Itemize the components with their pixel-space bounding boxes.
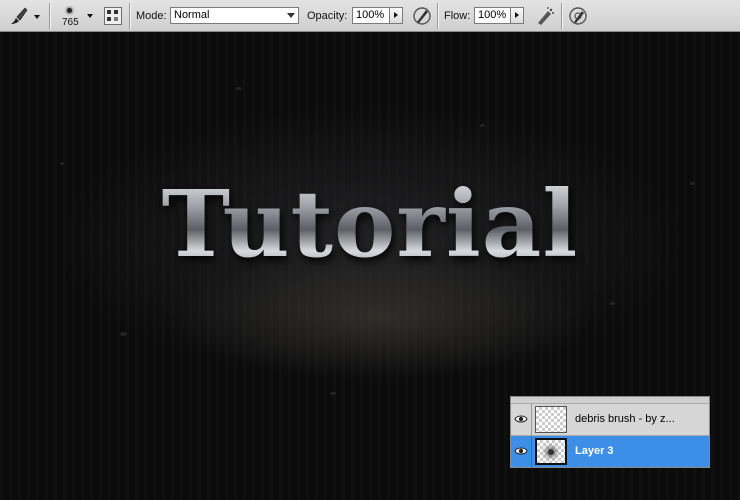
airbrush-icon <box>538 7 554 25</box>
pen-pressure-size-icon <box>569 7 587 25</box>
debris-speck <box>60 162 64 165</box>
pressure-opacity-button[interactable] <box>411 5 433 27</box>
divider <box>129 3 130 29</box>
tool-options-bar: 765 Mode: Normal Opacity: 100% Flow: 100… <box>0 0 740 32</box>
tutorial-headline: Tutorial <box>0 170 740 278</box>
layer-thumbnail <box>535 406 567 433</box>
flow-slider-button[interactable] <box>510 7 524 24</box>
chevron-down-icon <box>87 14 93 18</box>
brush-panel-icon <box>107 10 118 21</box>
layer-name: debris brush - by z... <box>575 413 675 425</box>
debris-speck <box>610 302 615 305</box>
pressure-size-button[interactable] <box>567 5 589 27</box>
debris-speck <box>480 124 485 127</box>
opacity-value: 100% <box>356 9 385 21</box>
divider <box>531 404 532 435</box>
pen-pressure-icon <box>413 7 431 25</box>
opacity-label: Opacity: <box>307 10 348 22</box>
layers-panel: debris brush - by z... Layer 3 <box>510 396 710 468</box>
debris-speck <box>236 87 242 90</box>
eye-icon[interactable] <box>514 444 528 458</box>
debris-speck <box>330 392 336 395</box>
layer-row-debris-brush[interactable]: debris brush - by z... <box>511 403 709 435</box>
brush-mark-preview <box>548 449 554 455</box>
brush-size-label: 765 <box>62 17 79 28</box>
divider <box>437 3 438 29</box>
brush-tip-icon <box>67 8 72 13</box>
flow-label: Flow: <box>444 10 471 22</box>
chevron-down-icon <box>34 15 40 19</box>
brush-tool-preset-picker[interactable] <box>6 4 42 28</box>
opacity-input[interactable]: 100% <box>352 7 390 24</box>
layer-row-layer-3[interactable]: Layer 3 <box>511 435 709 467</box>
layer-thumbnail <box>535 438 567 465</box>
layer-name: Layer 3 <box>575 445 614 457</box>
opacity-slider-button[interactable] <box>389 7 403 24</box>
debris-speck <box>120 332 127 336</box>
divider <box>531 436 532 467</box>
mode-value: Normal <box>174 9 210 21</box>
eye-icon[interactable] <box>514 412 528 426</box>
toggle-brush-panel-button[interactable] <box>104 7 122 25</box>
flow-input[interactable]: 100% <box>474 7 511 24</box>
flow-value: 100% <box>478 9 507 21</box>
mode-label: Mode: <box>136 10 167 22</box>
chevron-down-icon <box>287 13 295 18</box>
airbrush-button[interactable] <box>534 5 556 27</box>
divider <box>49 3 50 29</box>
divider <box>561 3 562 29</box>
brush-icon <box>11 7 28 24</box>
brush-picker[interactable]: 765 <box>58 2 98 30</box>
mode-dropdown[interactable]: Normal <box>170 7 299 24</box>
